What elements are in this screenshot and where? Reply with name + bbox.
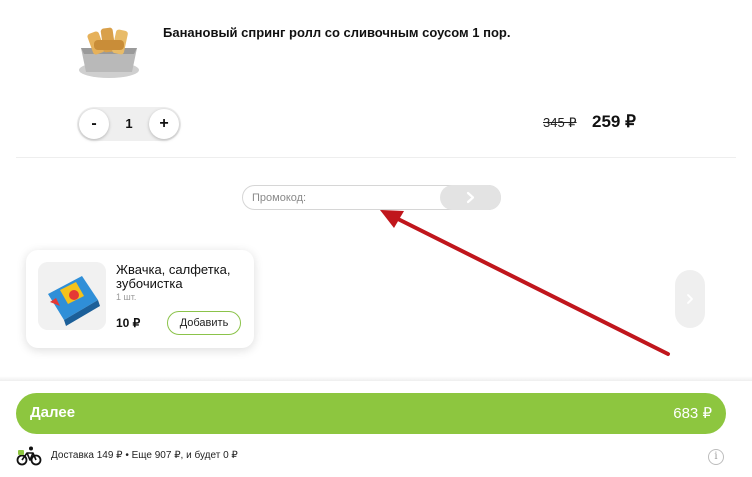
add-addon-button[interactable]: Добавить [167, 311, 241, 335]
bicycle-courier-icon [16, 446, 42, 466]
next-button-label: Далее [30, 404, 76, 421]
info-icon[interactable]: i [708, 449, 724, 465]
checkout-footer: Далее 683 ₽ Доставка 149 ₽ • Еще 907 ₽, … [0, 381, 752, 477]
addon-quantity: 1 шт. [116, 292, 137, 302]
addon-image [38, 262, 106, 330]
addon-card: Жвачка, салфетка, зубочистка 1 шт. 10 ₽ … [26, 250, 254, 348]
next-button[interactable]: Далее 683 ₽ [16, 393, 726, 434]
delivery-info: Доставка 149 ₽ • Еще 907 ₽, и будет 0 ₽ [51, 450, 238, 461]
addon-price: 10 ₽ [116, 316, 141, 330]
order-total: 683 ₽ [673, 405, 712, 422]
chevron-right-icon [687, 294, 693, 304]
carousel-next-button[interactable] [675, 270, 705, 328]
addon-title: Жвачка, салфетка, зубочистка [116, 262, 231, 291]
